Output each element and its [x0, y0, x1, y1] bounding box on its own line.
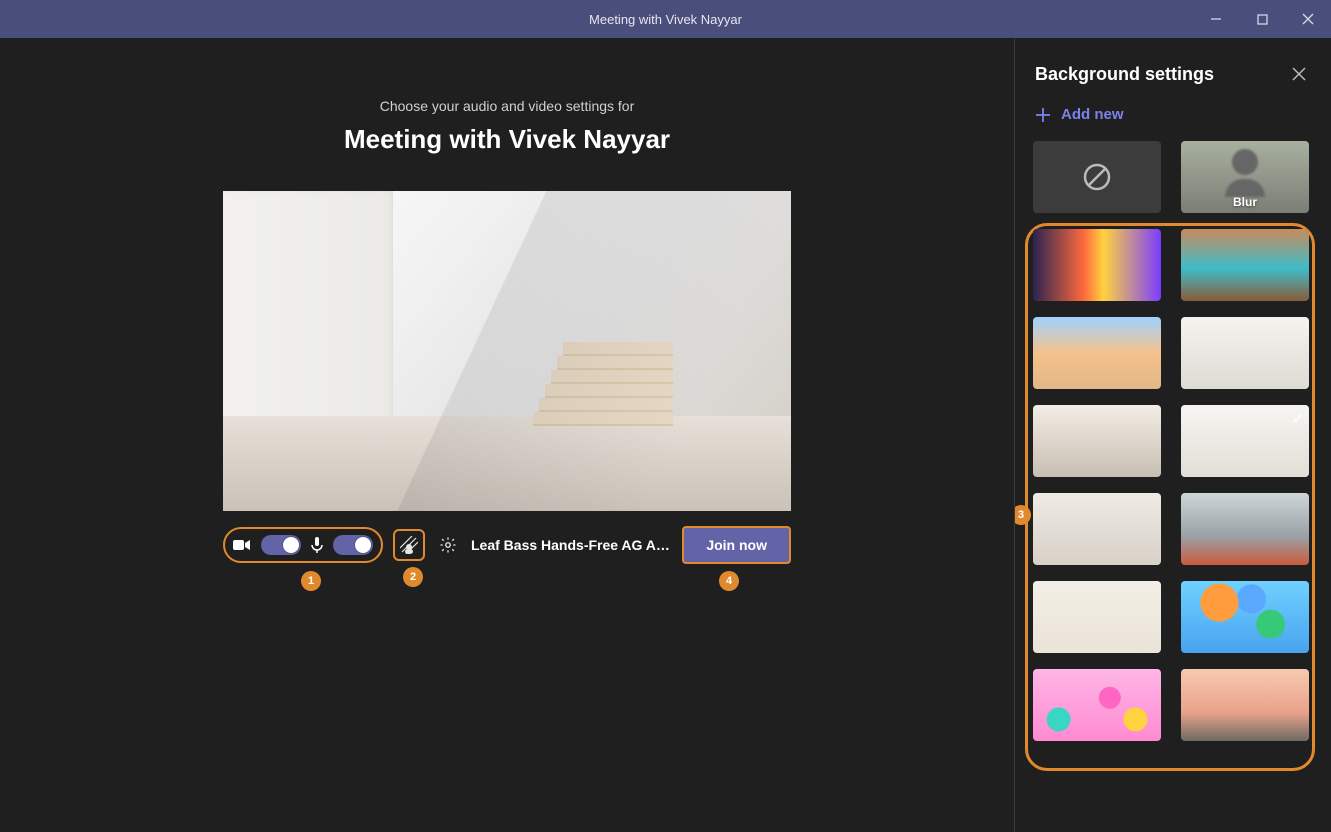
- close-panel-button[interactable]: [1287, 62, 1311, 86]
- device-settings-button[interactable]: [435, 532, 461, 558]
- prejoin-controls: Leaf Bass Hands-Free AG Au… Join now: [223, 525, 791, 565]
- background-option-bg10[interactable]: [1181, 581, 1309, 653]
- mic-toggle[interactable]: [333, 535, 373, 555]
- camera-toggle[interactable]: [261, 535, 301, 555]
- close-button[interactable]: [1285, 0, 1331, 38]
- mic-icon: [311, 537, 323, 553]
- plus-icon: [1035, 107, 1051, 123]
- background-option-blur[interactable]: Blur: [1181, 141, 1309, 213]
- background-option-bg9[interactable]: [1033, 581, 1161, 653]
- background-settings-panel: Background settings Add new 3 Blur✓: [1014, 38, 1331, 832]
- background-option-bg1[interactable]: [1033, 229, 1161, 301]
- window-title: Meeting with Vivek Nayyar: [589, 12, 742, 27]
- join-now-button[interactable]: Join now: [682, 526, 791, 564]
- minimize-button[interactable]: [1193, 0, 1239, 38]
- background-option-bg5[interactable]: [1033, 405, 1161, 477]
- background-option-bg12[interactable]: [1181, 669, 1309, 741]
- meeting-title: Meeting with Vivek Nayyar: [157, 124, 857, 155]
- video-preview: [223, 191, 791, 511]
- camera-icon: [233, 538, 251, 552]
- background-option-none[interactable]: [1033, 141, 1161, 213]
- add-new-background-button[interactable]: Add new: [1015, 100, 1331, 135]
- title-bar: Meeting with Vivek Nayyar: [0, 0, 1331, 38]
- blur-label: Blur: [1233, 195, 1257, 209]
- window-controls: [1193, 0, 1331, 38]
- audio-device-label[interactable]: Leaf Bass Hands-Free AG Au…: [471, 537, 672, 553]
- main-area: Choose your audio and video settings for…: [0, 38, 1014, 832]
- check-icon: ✓: [1292, 409, 1305, 429]
- background-option-bg3[interactable]: [1033, 317, 1161, 389]
- background-option-bg8[interactable]: [1181, 493, 1309, 565]
- av-toggle-group: [223, 527, 383, 563]
- background-option-bg4[interactable]: [1181, 317, 1309, 389]
- background-effects-button[interactable]: [393, 529, 425, 561]
- background-option-bg2[interactable]: [1181, 229, 1309, 301]
- background-option-bg11[interactable]: [1033, 669, 1161, 741]
- prejoin-subheading: Choose your audio and video settings for: [157, 98, 857, 114]
- annotation-badge-2: 2: [403, 567, 423, 587]
- annotation-badge-1: 1: [301, 571, 321, 591]
- maximize-button[interactable]: [1239, 0, 1285, 38]
- add-new-label: Add new: [1061, 106, 1124, 123]
- panel-title: Background settings: [1035, 64, 1214, 85]
- none-icon: [1081, 161, 1113, 193]
- background-list-scroll[interactable]: Blur ✓: [1015, 135, 1331, 832]
- background-option-bg6[interactable]: ✓: [1181, 405, 1309, 477]
- background-option-bg7[interactable]: [1033, 493, 1161, 565]
- annotation-badge-4: 4: [719, 571, 739, 591]
